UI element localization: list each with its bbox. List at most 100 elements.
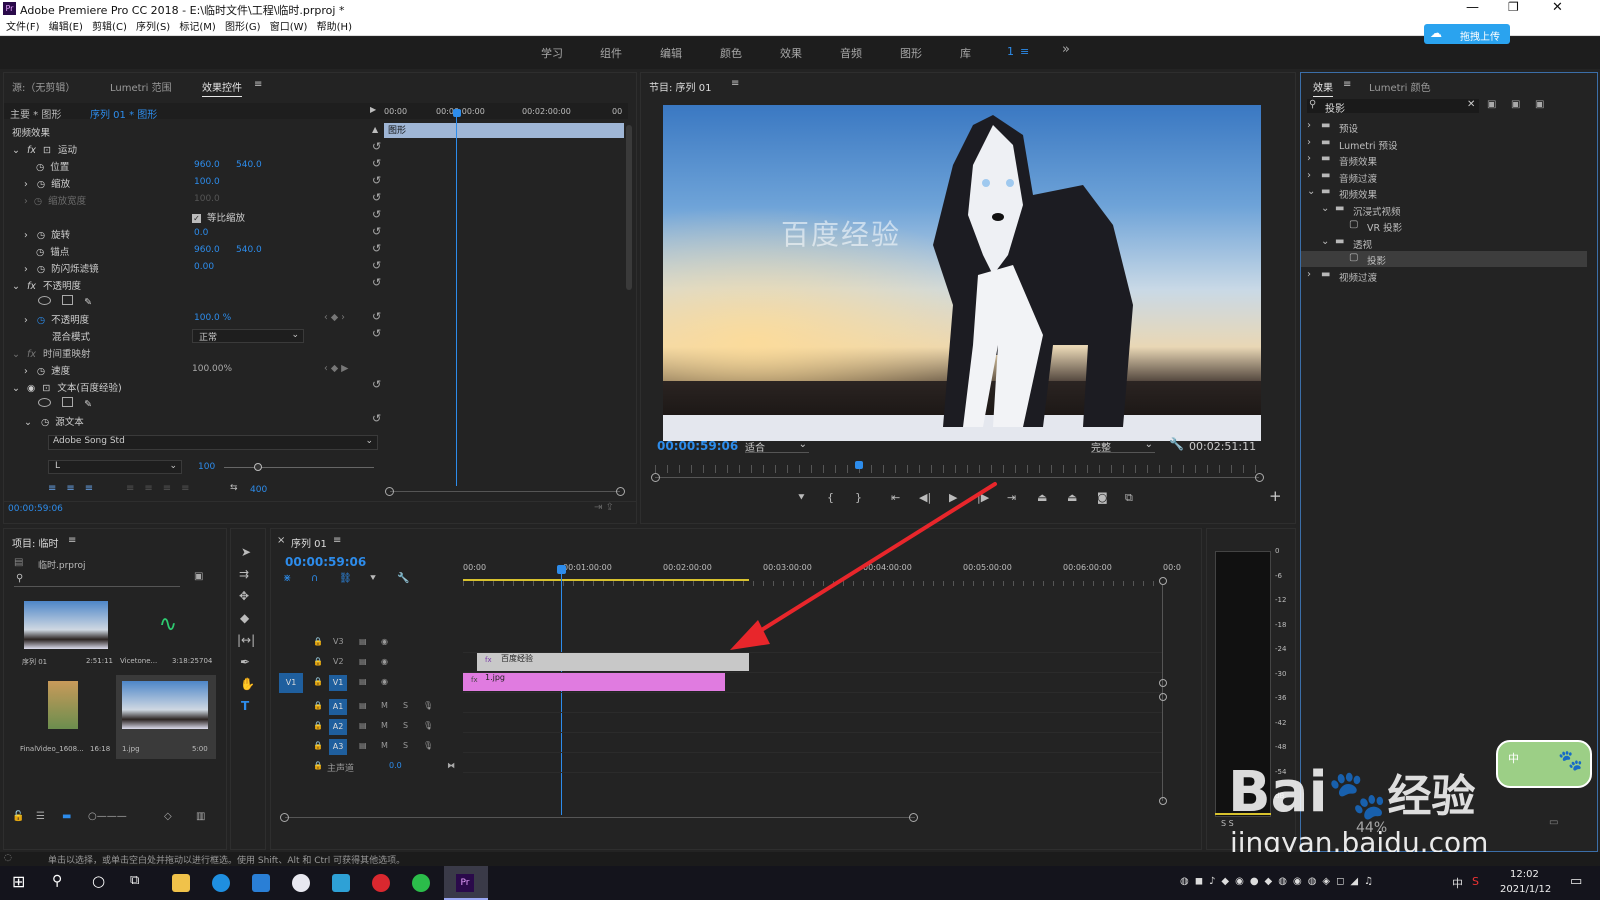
sync-lock-icon[interactable]: ▤ <box>359 657 367 666</box>
effect-text[interactable]: ⌄ ◉ ⊡ 文本(百度经验) <box>12 380 122 397</box>
stopwatch-icon[interactable]: ◷ <box>41 417 49 428</box>
tracking-value[interactable]: 400 <box>250 485 267 495</box>
workspace-effects[interactable]: 效果 <box>780 45 802 61</box>
lock-icon[interactable]: 🔒 <box>313 721 323 730</box>
lift-icon[interactable]: ⏏ <box>1037 491 1047 504</box>
clock-time[interactable]: 12:02 <box>1510 869 1539 880</box>
font-style-select[interactable]: L ⌄ <box>48 460 182 474</box>
font-family-select[interactable]: Adobe Song Std ⌄ <box>48 435 378 450</box>
speed-value[interactable]: 100.00% <box>192 364 232 374</box>
reset-icon[interactable]: ↺ <box>372 140 381 153</box>
reset-icon[interactable]: ↺ <box>372 208 381 221</box>
chevron-down-icon[interactable]: ⌄ <box>24 417 32 428</box>
menu-marker[interactable]: 标记(M) <box>179 18 215 33</box>
workspace-assembly[interactable]: 组件 <box>600 45 622 61</box>
add-button-icon[interactable]: + <box>1269 487 1282 505</box>
panel-menu-icon[interactable]: ≡ <box>68 535 76 546</box>
chevron-right-icon[interactable]: › <box>24 230 28 241</box>
workspace-learn[interactable]: 学习 <box>541 45 563 61</box>
uniform-scale-checkbox[interactable]: ✓ 等比缩放 <box>192 210 245 227</box>
effect-motion[interactable]: ⌄ fx ⊡ 运动 <box>12 142 77 159</box>
project-search-input[interactable]: ⚲ <box>14 573 180 587</box>
chevron-icon[interactable]: ⌄ <box>1307 186 1315 197</box>
effects-tree-item[interactable]: › ▬ Lumetri 预设 <box>1301 136 1587 152</box>
clear-search-icon[interactable]: ✕ <box>1467 99 1475 110</box>
step-forward-icon[interactable]: |▶ <box>977 491 989 504</box>
lock-icon[interactable]: 🔒 <box>313 741 323 750</box>
menu-window[interactable]: 窗口(W) <box>270 18 308 33</box>
list-view-icon[interactable]: ☰ <box>36 811 45 822</box>
type-tool-icon[interactable]: T <box>241 699 249 713</box>
mark-in-icon[interactable]: { <box>827 491 834 504</box>
close-button[interactable]: ✕ <box>1552 0 1563 15</box>
eye-icon[interactable]: ◉ <box>381 637 388 646</box>
slider-handle[interactable] <box>254 463 262 471</box>
blend-mode-select[interactable]: 正常 ⌄ <box>192 329 304 343</box>
reset-icon[interactable]: ↺ <box>372 225 381 238</box>
app-icon[interactable] <box>332 874 350 892</box>
solo-button[interactable]: S <box>403 741 408 750</box>
timeline-hscroll[interactable] <box>285 817 915 818</box>
menu-edit[interactable]: 编辑(E) <box>49 18 83 33</box>
yuv-effects-icon[interactable]: ▣ <box>1535 99 1544 110</box>
sync-lock-icon[interactable]: ▤ <box>359 721 367 730</box>
tab-effect-controls[interactable]: 效果控件 <box>202 79 242 97</box>
mute-button[interactable]: M <box>381 741 388 750</box>
stopwatch-icon[interactable]: ◷ <box>37 179 45 190</box>
program-playhead[interactable] <box>855 461 863 469</box>
opacity-value[interactable]: 100.0 % <box>194 313 231 323</box>
chevron-down-icon[interactable]: ⌄ <box>12 383 20 394</box>
checkbox-checked-icon[interactable]: ✓ <box>192 214 201 223</box>
chevron-right-icon[interactable]: › <box>24 179 28 190</box>
reset-icon[interactable]: ↺ <box>372 191 381 204</box>
menu-file[interactable]: 文件(F) <box>6 18 40 33</box>
clip-v1-image[interactable]: fx 1.jpg <box>463 673 725 691</box>
project-item-selected[interactable]: 1.jpg 5:00 <box>116 675 216 759</box>
netease-music-icon[interactable] <box>372 874 390 892</box>
scale-value[interactable]: 100.0 <box>194 177 220 187</box>
mute-button[interactable]: M <box>381 721 388 730</box>
chevron-icon[interactable]: › <box>1307 137 1311 148</box>
reset-icon[interactable]: ↺ <box>372 310 381 323</box>
project-item[interactable]: FinalVideo_1608... 16:18 <box>14 675 114 755</box>
add-marker-icon[interactable]: ⯆ <box>797 491 806 505</box>
close-sequence-icon[interactable]: × <box>277 535 285 546</box>
upload-button[interactable]: ☁ 拖拽上传 <box>1424 24 1510 44</box>
export-frame-icon[interactable]: ⇥ ⇪ <box>594 502 614 513</box>
reset-icon[interactable]: ↺ <box>372 157 381 170</box>
effects-tree-item[interactable]: › ▬ 预设 <box>1301 119 1587 135</box>
chevron-down-icon[interactable]: ⌄ <box>12 281 20 292</box>
wrench-icon[interactable]: 🔧 <box>397 573 409 584</box>
sort-icon[interactable]: ◇ <box>164 811 172 822</box>
vertical-scrollbar[interactable] <box>626 125 632 290</box>
anchor-y-value[interactable]: 540.0 <box>236 245 262 255</box>
task-view-icon[interactable]: ⧉ <box>130 873 139 888</box>
clock-date[interactable]: 2021/1/12 <box>1500 884 1551 895</box>
vscroll-handle[interactable] <box>1159 577 1167 585</box>
project-title[interactable]: 项目: 临时 <box>12 535 59 550</box>
chevron-down-icon[interactable]: ⌄ <box>12 349 20 360</box>
reset-icon[interactable]: ↺ <box>372 412 381 425</box>
eye-icon[interactable]: ◉ <box>27 383 35 394</box>
collapse-icon[interactable]: ▲ <box>372 125 378 134</box>
workspace-editing[interactable]: 编辑 <box>660 45 682 61</box>
sequence-tab[interactable]: 序列 01 <box>291 535 327 550</box>
sync-lock-icon[interactable]: ▤ <box>359 637 367 646</box>
lock-icon[interactable]: 🔒 <box>313 701 323 710</box>
mute-button[interactable]: M <box>381 701 388 710</box>
program-zoom-bar[interactable] <box>655 477 1259 478</box>
sogou-icon[interactable]: S <box>1472 875 1479 888</box>
font-size-slider[interactable] <box>224 467 374 468</box>
extract-icon[interactable]: ⏏ <box>1067 491 1077 504</box>
nest-icon[interactable]: ⋇ <box>283 573 291 584</box>
bowtie-icon[interactable]: ⧓ <box>447 761 455 770</box>
workspace-audio[interactable]: 音频 <box>840 45 862 61</box>
chevron-icon[interactable]: › <box>1307 269 1311 280</box>
font-size-value[interactable]: 100 <box>198 462 215 472</box>
menu-sequence[interactable]: 序列(S) <box>136 18 170 33</box>
menu-clip[interactable]: 剪辑(C) <box>92 18 127 33</box>
effects-tree-item[interactable]: › ▬ 音频效果 <box>1301 152 1587 168</box>
effect-opacity[interactable]: ⌄ fx 不透明度 <box>12 278 81 295</box>
stopwatch-icon[interactable]: ◷ <box>37 230 45 241</box>
workspace-color[interactable]: 颜色 <box>720 45 742 61</box>
